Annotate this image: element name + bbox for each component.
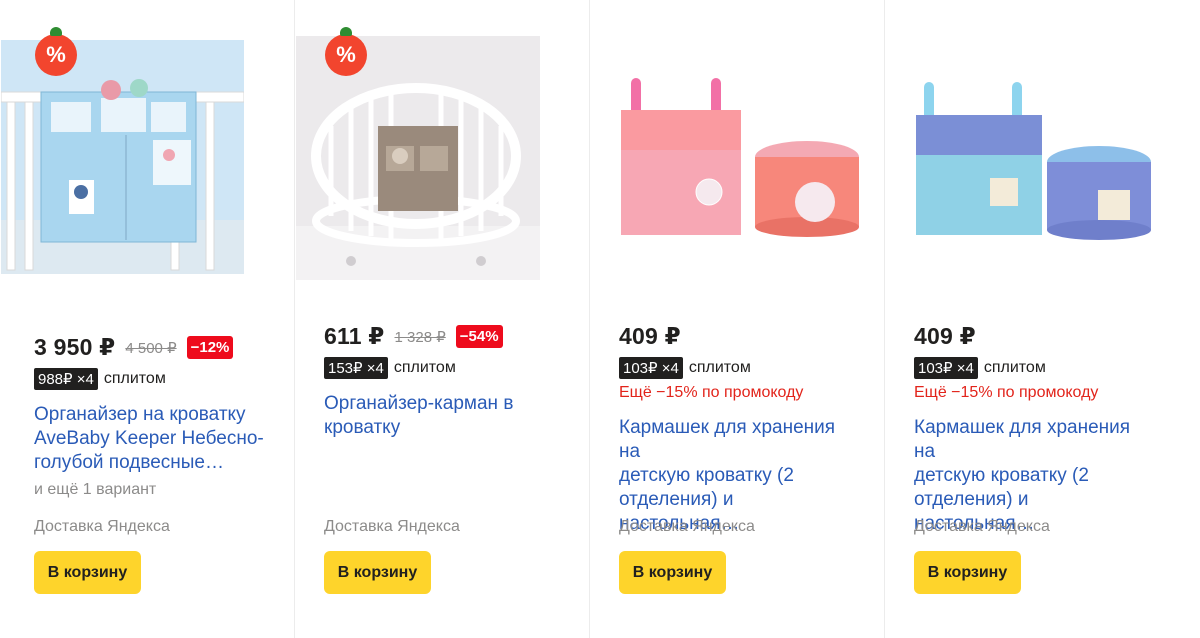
- discount-badge: −54%: [455, 325, 503, 348]
- price: 611 ₽: [324, 323, 385, 349]
- split-tag: 153₽ ×4: [324, 357, 388, 379]
- title-line: детскую кроватку (2: [619, 465, 794, 486]
- split-row: 103₽ ×4 сплитом: [914, 357, 1046, 379]
- add-to-cart-button[interactable]: В корзину: [324, 551, 431, 594]
- delivery-label: Доставка Яндекса: [34, 518, 170, 535]
- old-price: 4 500 ₽: [125, 339, 177, 357]
- sale-percent-icon: %: [35, 27, 77, 76]
- variants-link[interactable]: и ещё 1 вариант: [34, 481, 156, 499]
- title-line: Органайзер на кроватку: [34, 404, 246, 425]
- product-title-link[interactable]: Органайзер-карман в кроватку: [324, 392, 564, 440]
- price-row: 3 950 ₽ 4 500 ₽ −12%: [34, 334, 234, 361]
- product-image[interactable]: [296, 36, 540, 280]
- product-image[interactable]: [914, 40, 1158, 284]
- title-line: Кармашек для хранения на: [914, 417, 1131, 462]
- split-tag: 988₽ ×4: [34, 368, 98, 390]
- price-row: 409 ₽: [619, 323, 681, 350]
- split-tag: 103₽ ×4: [914, 357, 978, 379]
- price-row: 611 ₽ 1 328 ₽ −54%: [324, 323, 503, 350]
- product-card: % 611 ₽ 1 328 ₽ −54% 153₽ ×4 сплитом Орг…: [295, 0, 590, 638]
- sale-percent-icon: %: [325, 27, 367, 76]
- product-card: 409 ₽ 103₽ ×4 сплитом Ещё −15% по промок…: [590, 0, 885, 638]
- product-title-link[interactable]: Органайзер на кроватку AveBaby Keeper Не…: [34, 403, 274, 475]
- title-line: детскую кроватку (2: [914, 465, 1089, 486]
- price: 409 ₽: [619, 323, 681, 349]
- title-line: кроватку: [324, 417, 401, 438]
- promo-text: Ещё −15% по промокоду: [619, 384, 804, 401]
- split-label: сплитом: [983, 359, 1046, 376]
- product-card: 409 ₽ 103₽ ×4 сплитом Ещё −15% по промок…: [885, 0, 1195, 638]
- split-row: 988₽ ×4 сплитом: [34, 368, 166, 390]
- split-row: 103₽ ×4 сплитом: [619, 357, 751, 379]
- delivery-label: Доставка Яндекса: [619, 518, 755, 535]
- old-price: 1 328 ₽: [394, 328, 446, 346]
- price: 3 950 ₽: [34, 334, 116, 360]
- delivery-label: Доставка Яндекса: [324, 518, 460, 535]
- add-to-cart-button[interactable]: В корзину: [34, 551, 141, 594]
- add-to-cart-button[interactable]: В корзину: [914, 551, 1021, 594]
- split-tag: 103₽ ×4: [619, 357, 683, 379]
- discount-badge: −12%: [186, 336, 234, 359]
- add-to-cart-button[interactable]: В корзину: [619, 551, 726, 594]
- delivery-label: Доставка Яндекса: [914, 518, 1050, 535]
- price-row: 409 ₽: [914, 323, 976, 350]
- price: 409 ₽: [914, 323, 976, 349]
- title-line: Кармашек для хранения на: [619, 417, 836, 462]
- title-line: Органайзер-карман в: [324, 393, 514, 414]
- split-label: сплитом: [688, 359, 751, 376]
- split-label: сплитом: [103, 370, 166, 387]
- split-row: 153₽ ×4 сплитом: [324, 357, 456, 379]
- promo-text: Ещё −15% по промокоду: [914, 384, 1099, 401]
- product-card: % 3 950 ₽ 4 500 ₽ −12% 988₽ ×4 сплитом О…: [0, 0, 295, 638]
- title-line: голубой подвесные…: [34, 452, 224, 473]
- split-label: сплитом: [393, 359, 456, 376]
- title-line: AveBaby Keeper Небесно-: [34, 428, 264, 449]
- product-grid: % 3 950 ₽ 4 500 ₽ −12% 988₽ ×4 сплитом О…: [0, 0, 1200, 638]
- product-image[interactable]: [619, 40, 863, 284]
- product-image[interactable]: [1, 40, 244, 274]
